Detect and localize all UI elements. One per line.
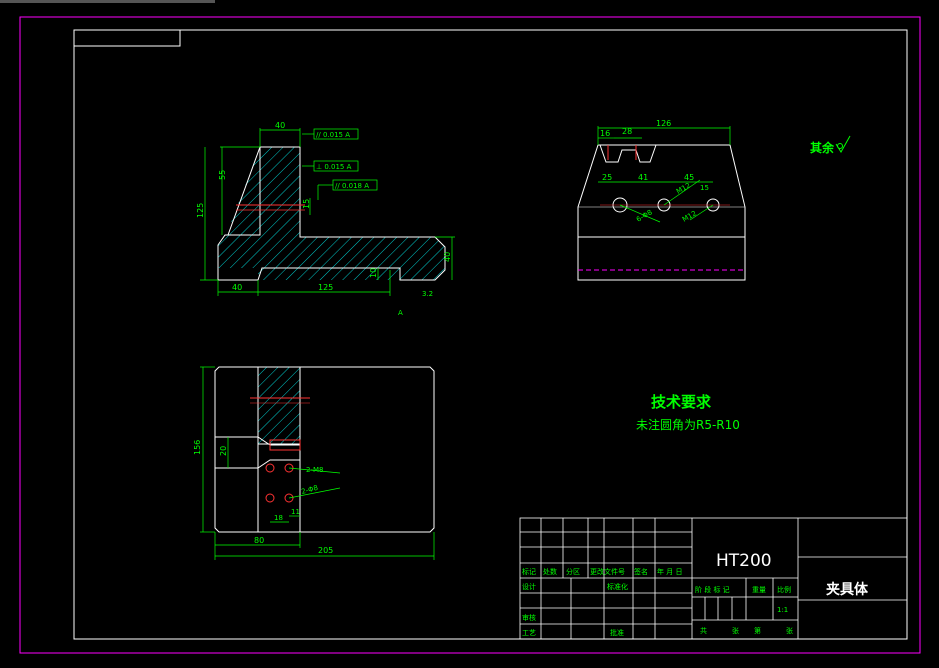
drawing-border	[73, 29, 908, 640]
dim-15: 15	[302, 199, 311, 209]
callout-m12-1: M12	[675, 181, 692, 195]
label-change-doc: 更改文件号	[590, 567, 625, 576]
dim-18: 18	[274, 514, 283, 522]
dim-41: 41	[638, 173, 648, 182]
dim-156: 156	[193, 440, 202, 455]
top-view-outline	[214, 366, 435, 533]
title-block	[519, 517, 908, 640]
dim-45: 45	[684, 173, 694, 182]
outer-frame	[19, 16, 921, 654]
label-count: 处数	[543, 567, 557, 576]
side-view: 126 16 28 25 41 45 15 M12 M12 6-Φ8	[577, 119, 746, 281]
callout-2-m8: 2-M8	[306, 466, 323, 474]
top-view-hatch	[257, 366, 301, 445]
dim-40-right: 40	[443, 252, 452, 262]
surface-note: 其余	[810, 140, 835, 155]
label-sign: 签名	[634, 567, 648, 576]
side-view-outline	[577, 144, 746, 281]
dim-28: 28	[622, 127, 632, 136]
label-standardize: 标准化	[607, 582, 628, 591]
dim-15-side: 15	[700, 184, 709, 192]
dim-20: 20	[219, 446, 228, 456]
dim-25: 25	[602, 173, 612, 182]
stage-mark: 阶 段 标 记	[695, 585, 730, 594]
label-design: 设计	[522, 582, 536, 591]
tech-req-title: 技术要求	[651, 393, 712, 411]
dim-205: 205	[318, 546, 333, 555]
dim-126: 126	[656, 119, 671, 128]
front-view: 40 55 125 40 125 10 15 40 // 0.015 A ⊥ 0…	[196, 121, 455, 317]
label-review: 审核	[522, 613, 536, 622]
dim-80: 80	[254, 536, 264, 545]
label-date: 年 月 日	[657, 567, 682, 576]
label-approve: 批准	[610, 628, 624, 637]
material: HT200	[716, 551, 772, 571]
tolerance-1: // 0.015 A	[316, 131, 350, 139]
scrollbar[interactable]	[0, 0, 215, 3]
code-box	[73, 29, 181, 47]
part-name: 夹具体	[826, 581, 869, 598]
dim-10: 10	[369, 268, 378, 278]
dim-11: 11	[291, 508, 300, 516]
sheet-unit-2: 张	[786, 626, 793, 635]
dim-40-top: 40	[275, 121, 285, 130]
sheet-unit-1: 张	[732, 626, 739, 635]
tolerance-2: ⊥ 0.015 A	[316, 163, 352, 171]
scale-value: 1:1	[777, 606, 788, 614]
top-view: 156 20 80 205 18 11 2-M8 2-Φ8	[193, 366, 435, 560]
tolerance-3: // 0.018 A	[335, 182, 369, 190]
cad-drawing: 40 55 125 40 125 10 15 40 // 0.015 A ⊥ 0…	[0, 0, 921, 654]
roughness-label: 3.2	[422, 290, 433, 298]
weight-label: 重量	[752, 586, 766, 594]
dim-16: 16	[600, 129, 610, 138]
datum-label: A	[398, 309, 403, 317]
dim-125-bottom: 125	[318, 283, 333, 292]
scale-label: 比例	[777, 585, 791, 594]
callout-6-phi8: 6-Φ8	[635, 208, 654, 223]
sheet-no: 第	[754, 626, 761, 635]
sheet-total: 共	[700, 626, 707, 635]
label-process: 工艺	[522, 629, 536, 637]
label-zone: 分区	[566, 567, 580, 576]
callout-m12-2: M12	[681, 209, 698, 223]
dim-125-left: 125	[196, 203, 205, 218]
dim-55: 55	[218, 170, 227, 180]
tech-req-note: 未注圆角为R5-R10	[636, 417, 740, 432]
dim-40-bottom: 40	[232, 283, 242, 292]
label-mark: 标记	[522, 567, 536, 576]
